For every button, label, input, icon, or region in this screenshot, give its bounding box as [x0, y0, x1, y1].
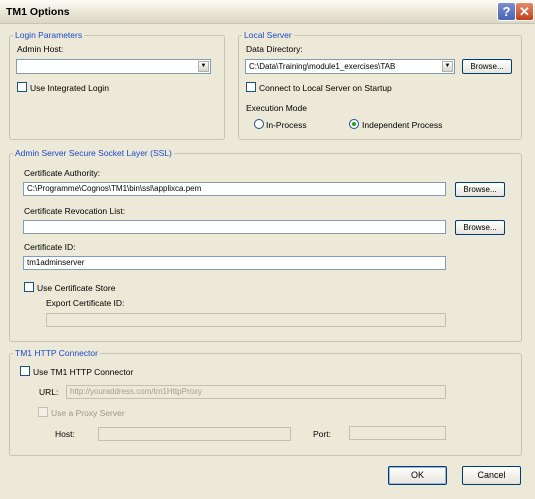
url-input[interactable]: http://youraddress.com/tm1HttpProxy [66, 385, 446, 399]
in-process-radio[interactable] [254, 119, 264, 129]
cert-authority-label: Certificate Authority: [24, 168, 101, 178]
data-directory-label: Data Directory: [246, 44, 303, 54]
use-cert-store-label[interactable]: Use Certificate Store [37, 283, 115, 293]
ok-button[interactable]: OK [388, 466, 447, 485]
revocation-list-input[interactable] [23, 220, 446, 234]
integrated-login-checkbox[interactable] [17, 82, 27, 92]
use-cert-store-checkbox[interactable] [24, 282, 34, 292]
url-label: URL: [39, 387, 59, 397]
cert-authority-browse-button[interactable]: Browse... [455, 182, 505, 197]
data-directory-browse-button[interactable]: Browse... [462, 59, 512, 74]
ssl-legend: Admin Server Secure Socket Layer (SSL) [13, 148, 174, 158]
help-button[interactable]: ? [497, 2, 516, 21]
local-server-legend: Local Server [242, 30, 294, 40]
title-bar: TM1 Options ? ✕ [0, 0, 535, 24]
admin-host-label: Admin Host: [17, 44, 64, 54]
cancel-button[interactable]: Cancel [462, 466, 521, 485]
chevron-down-icon[interactable]: ▼ [198, 61, 209, 72]
cert-authority-input[interactable]: C:\Programme\Cognos\TM1\bin\ssl\applixca… [23, 182, 446, 196]
login-parameters-legend: Login Parameters [13, 30, 85, 40]
in-process-label[interactable]: In-Process [266, 120, 307, 130]
data-directory-combo[interactable]: C:\Data\Training\module1_exercises\TAB ▼ [245, 59, 455, 74]
host-label: Host: [55, 429, 75, 439]
admin-host-combo[interactable]: ▼ [16, 59, 211, 74]
export-cert-id-label: Export Certificate ID: [46, 298, 125, 308]
port-label: Port: [313, 429, 331, 439]
revocation-list-label: Certificate Revocation List: [24, 206, 126, 216]
chevron-down-icon[interactable]: ▼ [442, 61, 453, 72]
cert-id-label: Certificate ID: [24, 242, 76, 252]
port-input[interactable] [349, 426, 446, 440]
connect-on-startup-label[interactable]: Connect to Local Server on Startup [259, 83, 392, 93]
use-proxy-checkbox[interactable] [38, 407, 48, 417]
connect-on-startup-checkbox[interactable] [246, 82, 256, 92]
use-http-connector-label[interactable]: Use TM1 HTTP Connector [33, 367, 133, 377]
export-cert-id-input[interactable] [46, 313, 446, 327]
revocation-list-browse-button[interactable]: Browse... [455, 220, 505, 235]
independent-process-radio[interactable] [349, 119, 359, 129]
data-directory-value: C:\Data\Training\module1_exercises\TAB [249, 62, 396, 71]
independent-process-label[interactable]: Independent Process [362, 120, 442, 130]
cert-id-input[interactable]: tm1adminserver [23, 256, 446, 270]
integrated-login-label[interactable]: Use Integrated Login [30, 83, 109, 93]
host-input[interactable] [98, 427, 291, 441]
execution-mode-label: Execution Mode [246, 103, 307, 113]
window-title: TM1 Options [6, 6, 70, 18]
use-http-connector-checkbox[interactable] [20, 366, 30, 376]
use-proxy-label[interactable]: Use a Proxy Server [51, 408, 125, 418]
close-button[interactable]: ✕ [515, 2, 534, 21]
http-connector-legend: TM1 HTTP Connector [13, 348, 100, 358]
